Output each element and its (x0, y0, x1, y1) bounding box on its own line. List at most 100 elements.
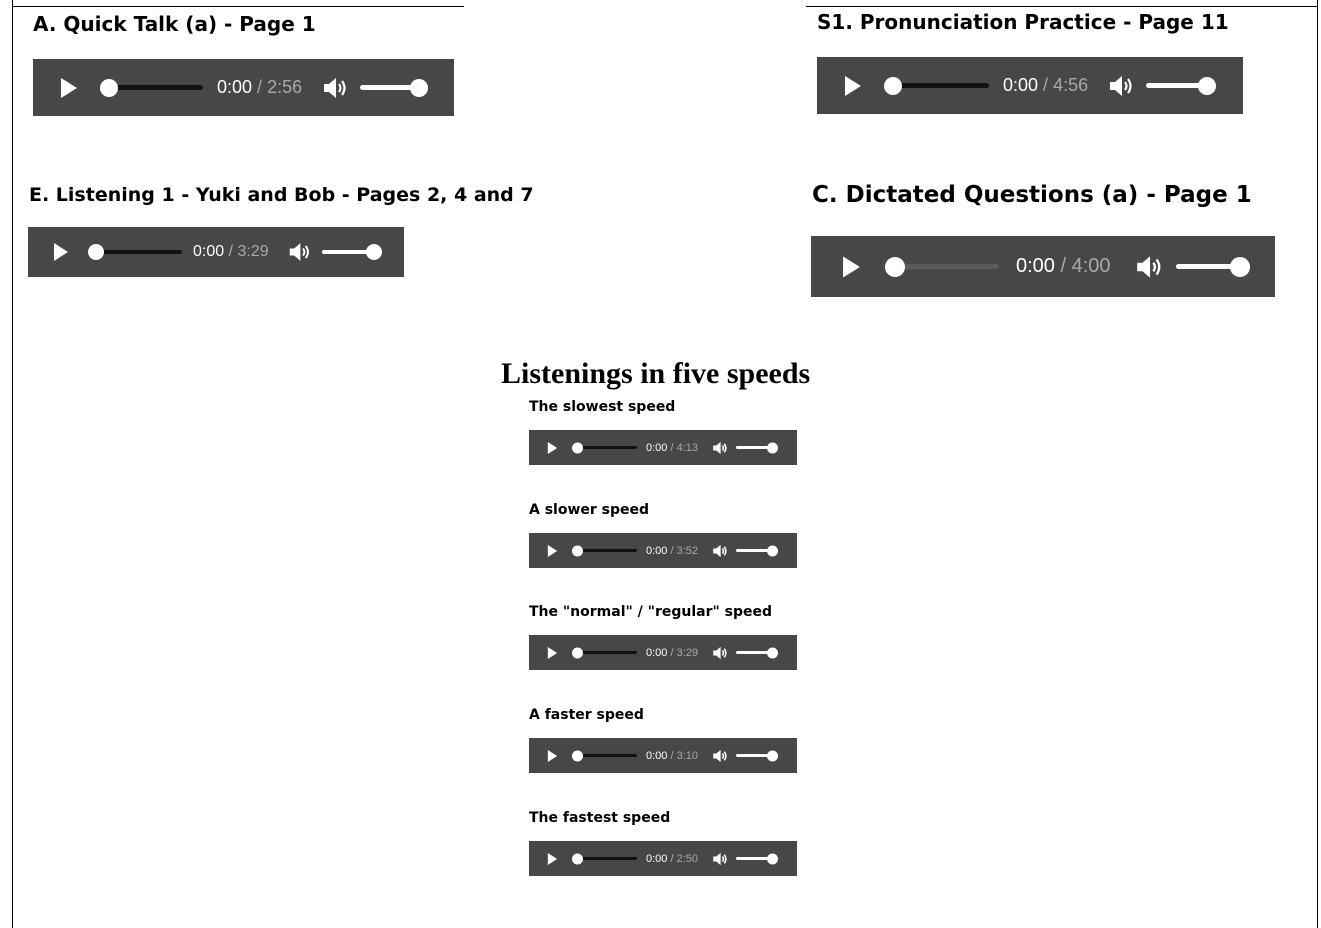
play-button[interactable] (51, 242, 71, 262)
volume-icon (713, 441, 727, 454)
time-display: 0:00 / 4:13 (646, 441, 699, 454)
audio-player-slowest[interactable]: 0:00 / 4:13 (529, 430, 797, 465)
volume-icon (324, 77, 346, 98)
seek-knob[interactable] (88, 244, 104, 260)
play-button[interactable] (545, 646, 559, 660)
volume-button[interactable] (712, 441, 728, 455)
time-display: 0:00 / 3:29 (646, 646, 699, 659)
seek-bar[interactable] (885, 256, 999, 278)
volume-knob[interactable] (767, 750, 779, 761)
play-button[interactable] (545, 441, 559, 455)
seek-knob[interactable] (572, 853, 583, 864)
volume-knob[interactable] (767, 442, 779, 453)
duration: 3:29 (237, 243, 269, 260)
volume-slider[interactable] (360, 78, 429, 98)
play-button[interactable] (545, 852, 559, 866)
duration: 2:56 (267, 77, 303, 97)
volume-slider[interactable] (1146, 76, 1217, 96)
seek-bar[interactable] (100, 78, 203, 98)
seek-bar[interactable] (884, 76, 989, 96)
volume-knob[interactable] (1198, 76, 1217, 95)
audio-player-faster[interactable]: 0:00 / 3:10 (529, 738, 797, 773)
volume-slider[interactable] (736, 853, 779, 865)
seek-bar[interactable] (572, 545, 637, 557)
seek-bar[interactable] (572, 853, 637, 865)
volume-button[interactable] (712, 544, 728, 558)
audio-player-listening-1[interactable]: 0:00 / 3:29 (28, 227, 404, 277)
current-time: 0:00 (1003, 75, 1039, 95)
duration: 4:13 (676, 441, 699, 454)
volume-knob[interactable] (767, 647, 779, 658)
play-button[interactable] (58, 77, 80, 99)
time-display: 0:00 / 2:56 (217, 77, 303, 97)
seek-knob[interactable] (884, 76, 902, 95)
frame-border-right (1317, 0, 1318, 928)
volume-knob[interactable] (767, 853, 779, 864)
volume-icon (289, 243, 309, 261)
time-display: 0:00 / 2:50 (646, 852, 699, 865)
volume-slider[interactable] (736, 647, 779, 659)
play-button[interactable] (840, 255, 862, 278)
volume-icon (1136, 255, 1160, 278)
time-display: 0:00 / 3:10 (646, 749, 699, 762)
play-button[interactable] (545, 749, 559, 763)
speed-label-fastest: The fastest speed (529, 810, 671, 826)
volume-slider[interactable] (736, 750, 779, 762)
seek-bar[interactable] (572, 647, 637, 659)
seek-bar[interactable] (572, 442, 637, 454)
audio-player-normal[interactable]: 0:00 / 3:29 (529, 635, 797, 670)
volume-icon (1110, 75, 1132, 96)
seek-knob[interactable] (572, 442, 583, 453)
player-e-title: E. Listening 1 - Yuki and Bob - Pages 2,… (29, 184, 534, 206)
volume-button[interactable] (712, 646, 728, 660)
volume-button[interactable] (288, 242, 311, 262)
current-time: 0:00 (1016, 255, 1055, 277)
audio-player-fastest[interactable]: 0:00 / 2:50 (529, 841, 797, 876)
duration: 2:50 (676, 852, 699, 865)
seek-knob[interactable] (572, 647, 583, 658)
seek-knob[interactable] (885, 256, 905, 277)
volume-slider[interactable] (736, 442, 779, 454)
current-time: 0:00 (646, 749, 668, 762)
frame-border-left (12, 0, 13, 928)
volume-icon (713, 749, 727, 762)
play-button[interactable] (842, 75, 864, 97)
time-display: 0:00 / 4:56 (1003, 75, 1089, 95)
audio-player-slower[interactable]: 0:00 / 3:52 (529, 533, 797, 568)
play-icon (547, 646, 557, 659)
seek-knob[interactable] (100, 78, 118, 97)
seek-knob[interactable] (572, 545, 583, 556)
time-display: 0:00 / 3:29 (193, 243, 269, 260)
audio-player-pronunciation[interactable]: 0:00 / 4:56 (817, 57, 1243, 114)
current-time: 0:00 (646, 544, 668, 557)
current-time: 0:00 (646, 646, 668, 659)
current-time: 0:00 (193, 243, 225, 260)
play-icon (54, 243, 68, 261)
duration: 3:52 (676, 544, 699, 557)
volume-button[interactable] (712, 749, 728, 763)
volume-knob[interactable] (767, 545, 779, 556)
volume-knob[interactable] (1229, 256, 1250, 277)
seek-knob[interactable] (572, 750, 583, 761)
play-icon (845, 75, 861, 96)
duration: 4:00 (1071, 255, 1111, 277)
play-icon (547, 749, 557, 762)
play-button[interactable] (545, 544, 559, 558)
play-icon (547, 544, 557, 557)
audio-player-quick-talk[interactable]: 0:00 / 2:56 (33, 59, 454, 116)
volume-slider[interactable] (321, 243, 382, 261)
volume-knob[interactable] (365, 244, 382, 260)
volume-button[interactable] (322, 77, 348, 99)
volume-icon (713, 646, 727, 659)
volume-slider[interactable] (736, 545, 779, 557)
volume-knob[interactable] (410, 78, 429, 97)
speed-label-faster: A faster speed (529, 707, 644, 723)
volume-button[interactable] (1135, 255, 1163, 279)
seek-bar[interactable] (572, 750, 637, 762)
volume-button[interactable] (712, 852, 728, 866)
volume-button[interactable] (1108, 75, 1134, 97)
play-icon (842, 255, 860, 278)
audio-player-dictated-questions[interactable]: 0:00 / 4:00 (811, 236, 1275, 297)
seek-bar[interactable] (88, 243, 182, 261)
volume-slider[interactable] (1175, 256, 1250, 278)
